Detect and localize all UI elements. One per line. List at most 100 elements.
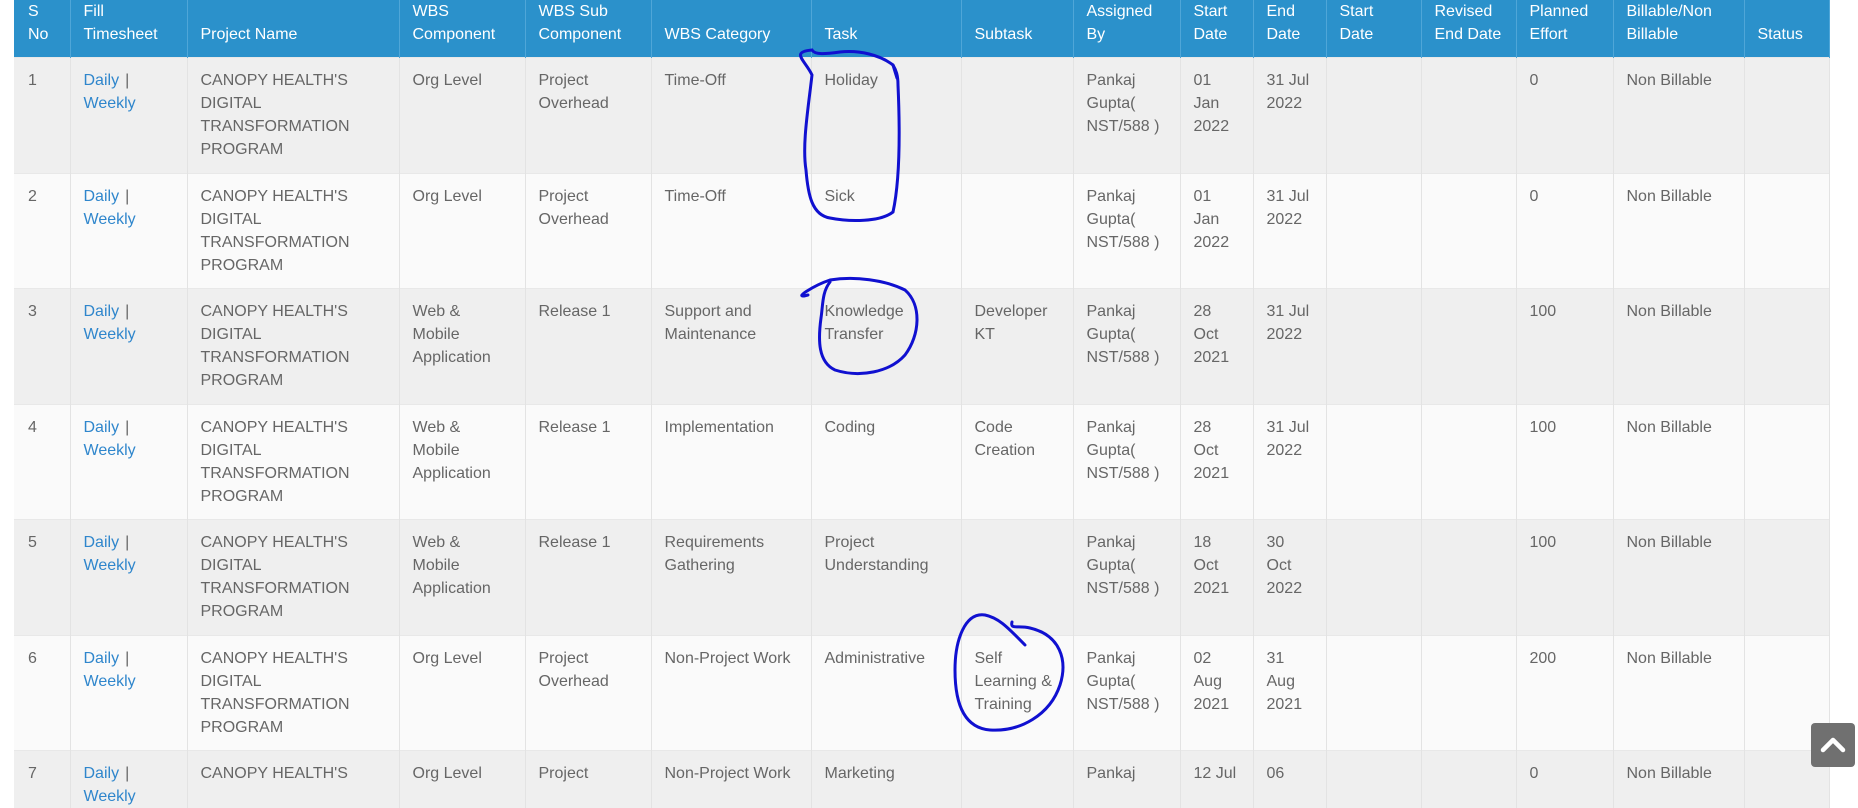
column-header-label: WBS Sub Component [539,0,638,46]
column-header-label: Start Date [1194,0,1240,46]
cell-task: Knowledge Transfer [811,289,961,405]
column-header-sno[interactable]: S No [14,0,70,58]
cell-fill: Daily|Weekly [70,58,187,174]
table-row: 2Daily|WeeklyCANOPY HEALTH'S DIGITAL TRA… [14,173,1829,289]
daily-timesheet-link[interactable]: Daily [84,419,120,436]
cell-planned: 0 [1516,173,1613,289]
weekly-timesheet-link[interactable]: Weekly [84,326,136,343]
cell-task: Coding [811,404,961,520]
weekly-timesheet-link[interactable]: Weekly [84,442,136,459]
column-header-start[interactable]: Start Date [1180,0,1253,58]
weekly-timesheet-link[interactable]: Weekly [84,557,136,574]
table-row: 7Daily|WeeklyCANOPY HEALTH'SOrg LevelPro… [14,751,1829,808]
column-header-assigned-by[interactable]: Assigned By [1073,0,1180,58]
weekly-timesheet-link[interactable]: Weekly [84,673,136,690]
cell-planned: 100 [1516,520,1613,636]
cell-fill: Daily| Weekly [70,404,187,520]
column-header-revised-end[interactable]: Revised End Date [1421,0,1516,58]
cell-task: Sick [811,173,961,289]
link-separator: | [119,188,135,205]
cell-planned: 0 [1516,58,1613,174]
cell-wbs-category: Non-Project Work [651,635,811,751]
cell-wbs-category: Implementation [651,404,811,520]
daily-timesheet-link[interactable]: Daily [84,765,120,782]
column-header-start2[interactable]: Start Date [1326,0,1421,58]
cell-billable: Non Billable [1613,404,1744,520]
column-header-label: Billable/Non Billable [1627,0,1731,46]
cell-fill: Daily| Weekly [70,520,187,636]
cell-planned: 100 [1516,289,1613,405]
cell-revised-end [1421,635,1516,751]
column-header-subtask[interactable]: Subtask [961,0,1073,58]
column-header-label: Fill Timesheet [84,0,174,46]
cell-wbs-sub: Project [525,751,651,808]
cell-task: Administrative [811,635,961,751]
cell-project: CANOPY HEALTH'S DIGITAL TRANSFORMATION P… [187,404,399,520]
cell-project: CANOPY HEALTH'S DIGITAL TRANSFORMATION P… [187,635,399,751]
cell-planned: 0 [1516,751,1613,808]
weekly-timesheet-link[interactable]: Weekly [84,788,136,805]
weekly-timesheet-link[interactable]: Weekly [84,95,136,112]
column-header-label: Project Name [201,23,386,46]
column-header-fill[interactable]: Fill Timesheet [70,0,187,58]
column-header-label: Status [1758,23,1816,46]
daily-timesheet-link[interactable]: Daily [84,188,120,205]
column-header-status[interactable]: Status [1744,0,1829,58]
cell-revised-end [1421,520,1516,636]
daily-timesheet-link[interactable]: Daily [84,303,120,320]
cell-subtask [961,173,1073,289]
link-separator: | [119,534,135,551]
column-header-label: WBS Component [413,0,512,46]
daily-timesheet-link[interactable]: Daily [84,534,120,551]
cell-assigned-by: Pankaj [1073,751,1180,808]
cell-status [1744,173,1829,289]
column-header-planned[interactable]: Planned Effort [1516,0,1613,58]
cell-revised-end [1421,404,1516,520]
cell-sno: 3 [14,289,70,405]
cell-status [1744,404,1829,520]
cell-subtask: Self Learning & Training [961,635,1073,751]
cell-end: 31 Aug 2021 [1253,635,1326,751]
daily-timesheet-link[interactable]: Daily [84,650,120,667]
cell-wbs-sub: Release 1 [525,289,651,405]
column-header-wbs-category[interactable]: WBS Category [651,0,811,58]
column-header-billable[interactable]: Billable/Non Billable [1613,0,1744,58]
cell-billable: Non Billable [1613,289,1744,405]
link-separator: | [119,419,135,436]
scroll-to-top-button[interactable] [1811,723,1855,767]
cell-start2 [1326,58,1421,174]
column-header-wbs-sub[interactable]: WBS Sub Component [525,0,651,58]
column-header-label: WBS Category [665,23,798,46]
cell-end: 31 Jul 2022 [1253,58,1326,174]
cell-wbs-category: Time-Off [651,173,811,289]
cell-revised-end [1421,751,1516,808]
table-row: 6Daily|WeeklyCANOPY HEALTH'S DIGITAL TRA… [14,635,1829,751]
cell-start: 02 Aug 2021 [1180,635,1253,751]
cell-status [1744,289,1829,405]
cell-assigned-by: Pankaj Gupta( NST/588 ) [1073,173,1180,289]
cell-start2 [1326,173,1421,289]
column-header-wbs-component[interactable]: WBS Component [399,0,525,58]
cell-billable: Non Billable [1613,751,1744,808]
cell-sno: 2 [14,173,70,289]
daily-timesheet-link[interactable]: Daily [84,72,120,89]
cell-wbs-component: Org Level [399,58,525,174]
cell-subtask [961,520,1073,636]
cell-project: CANOPY HEALTH'S DIGITAL TRANSFORMATION P… [187,520,399,636]
cell-wbs-category: Support and Maintenance [651,289,811,405]
cell-status [1744,58,1829,174]
cell-end: 30 Oct 2022 [1253,520,1326,636]
cell-sno: 5 [14,520,70,636]
cell-fill: Daily|Weekly [70,289,187,405]
weekly-timesheet-link[interactable]: Weekly [84,211,136,228]
cell-end: 31 Jul 2022 [1253,404,1326,520]
link-separator: | [119,765,135,782]
cell-project: CANOPY HEALTH'S DIGITAL TRANSFORMATION P… [187,289,399,405]
cell-sno: 4 [14,404,70,520]
column-header-label: Task [825,23,948,46]
cell-wbs-component: Web & Mobile Application [399,404,525,520]
table-row: 3Daily|WeeklyCANOPY HEALTH'S DIGITAL TRA… [14,289,1829,405]
column-header-task[interactable]: Task [811,0,961,58]
column-header-end[interactable]: End Date [1253,0,1326,58]
column-header-project[interactable]: Project Name [187,0,399,58]
